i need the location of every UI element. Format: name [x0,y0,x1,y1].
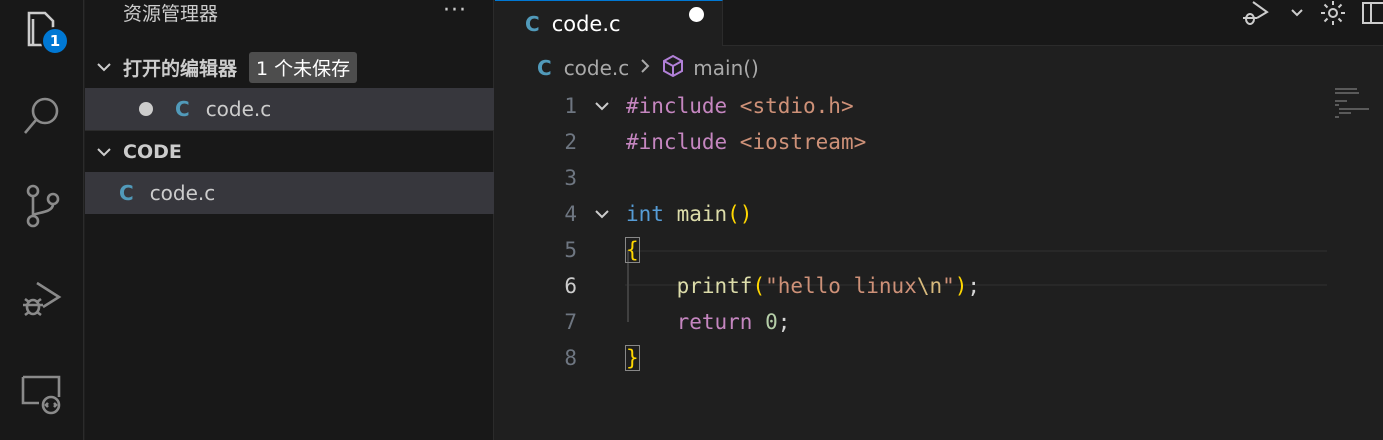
sidebar-title: 资源管理器 [123,3,219,25]
search-icon[interactable] [0,86,84,146]
code-token: <iostream> [727,130,867,154]
line-number: 5 [564,238,577,262]
code-line[interactable]: 8 } [495,340,1327,376]
code-token: return [676,310,753,334]
code-line[interactable]: 5 { [495,232,1327,268]
file-tree-item[interactable]: C code.c [85,172,494,214]
folder-label: CODE [123,141,182,163]
unsaved-dot-icon[interactable] [139,102,153,116]
open-editors-header[interactable]: 打开的编辑器 1 个未保存 [85,48,494,86]
source-control-icon[interactable] [0,176,84,236]
code-token: 0 [765,310,778,334]
code-token: () [727,202,753,226]
line-number: 2 [564,130,577,154]
code-token: \n [916,274,943,298]
line-number: 3 [564,166,577,190]
more-actions-button[interactable]: ··· [443,0,467,23]
editor-actions [1241,0,1383,30]
c-file-icon: C [537,56,552,80]
unsaved-dot-icon[interactable] [689,7,704,22]
code-line[interactable]: 3 [495,160,1327,196]
open-editor-filename: code.c [205,97,272,121]
code-token: ; [777,310,791,334]
cube-icon [661,54,685,83]
code-token: printf [676,274,753,298]
code-token: #include [626,130,728,154]
remote-explorer-icon[interactable] [0,362,84,422]
run-debug-icon[interactable] [0,268,84,328]
c-file-icon: C [119,181,134,205]
code-token: ) [954,274,968,298]
activity-bar: 1 [0,0,84,440]
explorer-icon[interactable]: 1 [0,0,84,60]
code-token: int [626,202,664,226]
breadcrumb: C code.c main() [495,50,759,86]
explorer-badge: 1 [41,27,69,55]
gear-icon[interactable] [1319,0,1347,31]
code-token: <stdio.h> [727,94,854,118]
line-number: 7 [564,310,577,334]
fold-chevron-icon[interactable] [592,204,612,224]
fold-chevron-icon[interactable] [592,96,612,116]
tab-code-c[interactable]: C code.c [495,0,723,46]
file-tree-filename: code.c [149,181,216,205]
line-number: 8 [564,346,577,370]
chevron-right-icon [639,56,651,80]
minimap[interactable] [1335,86,1383,126]
editor-area: C code.c C code.c main() 1 #include <std… [495,0,1383,440]
code-line[interactable]: 2 #include <iostream> [495,124,1327,160]
open-editors-label: 打开的编辑器 [123,57,238,80]
open-editor-item[interactable]: C code.c [85,88,494,130]
chevron-down-icon [85,58,123,76]
line-number: 4 [564,202,577,226]
code-line[interactable]: 1 #include <stdio.h> [495,88,1327,124]
breadcrumb-symbol[interactable]: main() [693,56,759,80]
section-divider [85,130,494,131]
run-debug-icon[interactable] [1241,0,1275,32]
code-token: #include [626,94,728,118]
code-token: { [625,237,640,263]
code-line[interactable]: 7 return 0; [495,304,1327,340]
split-editor-icon[interactable] [1361,0,1383,31]
code-token: } [625,345,640,371]
c-file-icon: C [525,11,540,36]
explorer-sidebar: 资源管理器 ··· 打开的编辑器 1 个未保存 C code.c CODE C … [85,0,494,440]
line-number: 6 [564,274,577,298]
chevron-down-icon [85,143,123,161]
chevron-down-icon[interactable] [1289,5,1305,25]
unsaved-count-badge: 1 个未保存 [249,51,358,83]
code-token: " [942,274,955,298]
folder-header[interactable]: CODE [85,133,494,171]
c-file-icon: C [175,97,190,121]
code-token: ( [752,274,766,298]
code-token: "hello linux [765,274,917,298]
tab-label: code.c [551,11,621,36]
code-token: ; [967,274,981,298]
line-number: 1 [564,94,577,118]
code-line[interactable]: 4 int main() [495,196,1327,232]
breadcrumb-file[interactable]: code.c [564,56,630,80]
tab-bar: C code.c [495,0,1383,46]
code-line-current[interactable]: 6 printf("hello linux\n"); [495,268,1327,304]
code-token: main [663,202,728,226]
